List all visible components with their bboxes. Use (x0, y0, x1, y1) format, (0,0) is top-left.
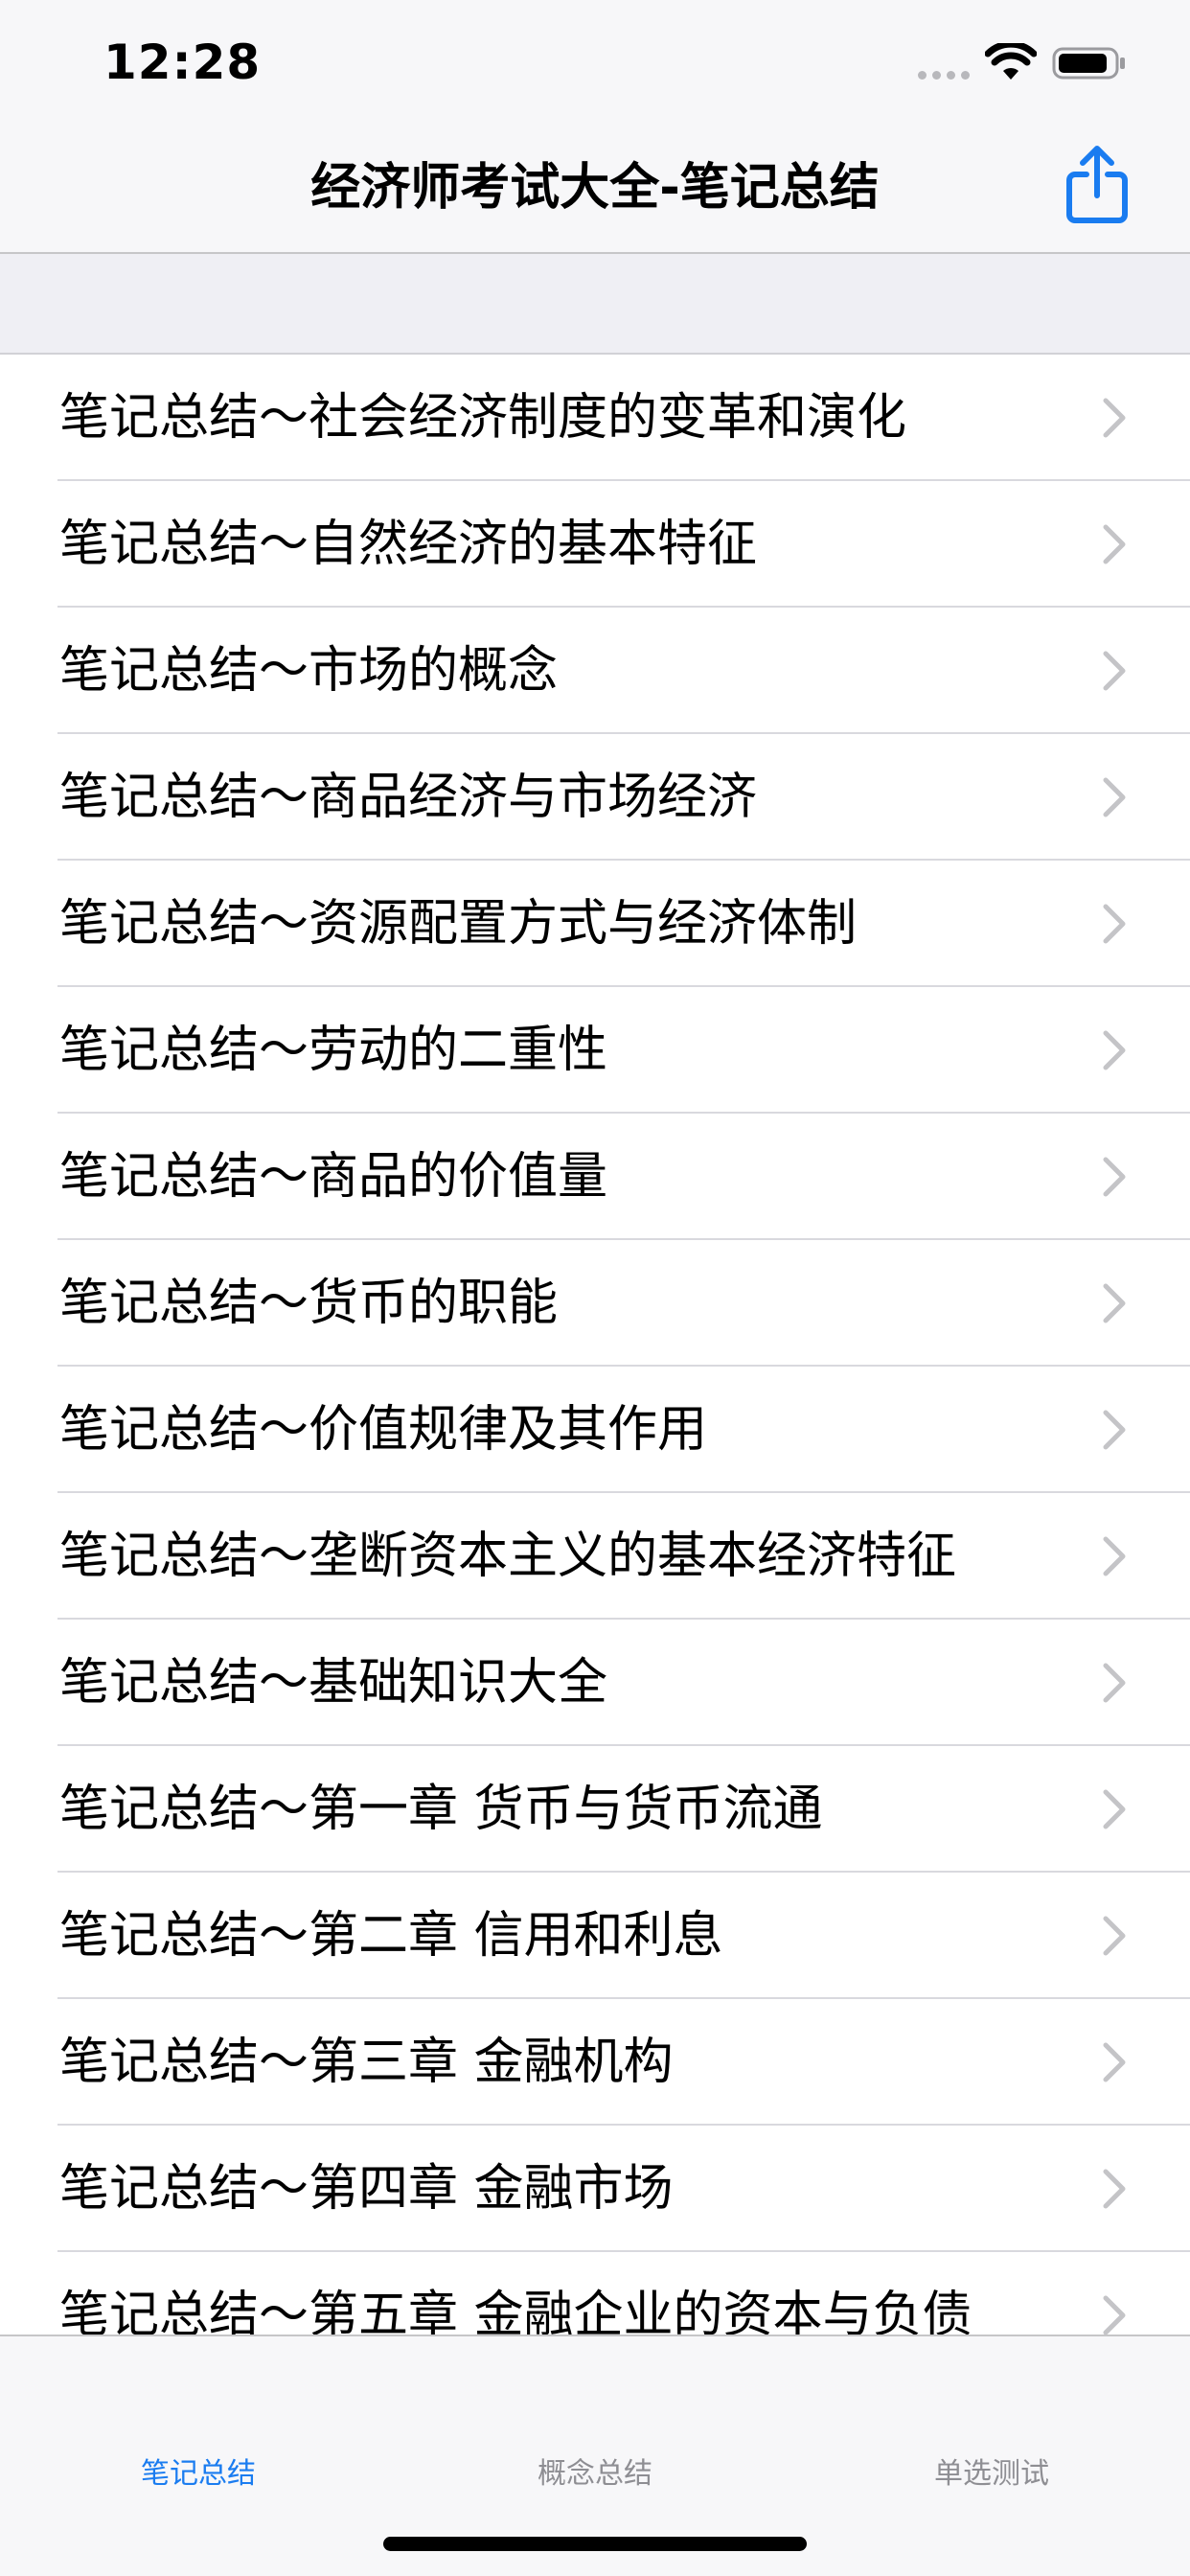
chevron-right-icon (1103, 398, 1126, 438)
chevron-right-icon (1103, 524, 1126, 564)
list-item[interactable]: 笔记总结～第四章 金融市场 (0, 2126, 1190, 2252)
list-item-label: 笔记总结～商品的价值量 (59, 1148, 608, 1206)
tab-notes-summary[interactable]: 笔记总结 (0, 2336, 397, 2496)
list-item[interactable]: 笔记总结～基础知识大全 (0, 1620, 1190, 1746)
section-header-spacer (0, 254, 1190, 355)
chevron-right-icon (1103, 904, 1126, 944)
list-item-label: 笔记总结～垄断资本主义的基本经济特征 (59, 1528, 957, 1585)
list-item-label: 笔记总结～第三章 金融机构 (59, 2034, 674, 2091)
chevron-right-icon (1103, 1410, 1126, 1450)
chevron-right-icon (1103, 1789, 1126, 1829)
list-item[interactable]: 笔记总结～社会经济制度的变革和演化 (0, 355, 1190, 481)
list-item[interactable]: 笔记总结～货币的职能 (0, 1240, 1190, 1367)
list-item[interactable]: 笔记总结～第三章 金融机构 (0, 1999, 1190, 2126)
chevron-right-icon (1103, 1916, 1126, 1956)
page-title: 经济师考试大全-笔记总结 (310, 159, 880, 217)
list-item-label: 笔记总结～价值规律及其作用 (59, 1401, 708, 1459)
chevron-right-icon (1103, 777, 1126, 817)
wifi-icon (985, 43, 1037, 80)
list-item[interactable]: 笔记总结～价值规律及其作用 (0, 1367, 1190, 1493)
list-item[interactable]: 笔记总结～市场的概念 (0, 608, 1190, 734)
list-item[interactable]: 笔记总结～第二章 信用和利息 (0, 1873, 1190, 1999)
chevron-right-icon (1103, 651, 1126, 691)
list-item-label: 笔记总结～市场的概念 (59, 642, 559, 700)
list-item[interactable]: 笔记总结～第一章 货币与货币流通 (0, 1746, 1190, 1873)
list-item-label: 笔记总结～自然经济的基本特征 (59, 516, 758, 573)
chevron-right-icon (1103, 2169, 1126, 2209)
list-item[interactable]: 笔记总结～商品的价值量 (0, 1114, 1190, 1240)
tab-label: 概念总结 (538, 2457, 652, 2491)
navigation-header: 12:28 经济师考试大全-笔记总结 (0, 0, 1190, 254)
list-item-label: 笔记总结～第一章 货币与货币流通 (59, 1781, 823, 1838)
list-item-label: 笔记总结～商品经济与市场经济 (59, 769, 758, 826)
battery-icon (1052, 47, 1125, 80)
list-item[interactable]: 笔记总结～资源配置方式与经济体制 (0, 861, 1190, 987)
list-item-label: 笔记总结～第四章 金融市场 (59, 2160, 674, 2218)
chevron-right-icon (1103, 1030, 1126, 1070)
share-icon[interactable] (1064, 144, 1131, 226)
list-item-label: 笔记总结～资源配置方式与经济体制 (59, 895, 858, 953)
list-item[interactable]: 笔记总结～劳动的二重性 (0, 987, 1190, 1114)
chevron-right-icon (1103, 1536, 1126, 1576)
list-item-label: 笔记总结～基础知识大全 (59, 1654, 608, 1712)
tab-label: 单选测试 (934, 2457, 1049, 2491)
list-item-label: 笔记总结～劳动的二重性 (59, 1022, 608, 1079)
list-item[interactable]: 笔记总结～商品经济与市场经济 (0, 734, 1190, 861)
home-indicator[interactable] (383, 2537, 807, 2551)
notes-list: 笔记总结～社会经济制度的变革和演化 笔记总结～自然经济的基本特征 笔记总结～市场… (0, 355, 1190, 2379)
chevron-right-icon (1103, 1283, 1126, 1323)
list-item-label: 笔记总结～第二章 信用和利息 (59, 1907, 723, 1965)
chevron-right-icon (1103, 1663, 1126, 1703)
cellular-signal-icon (918, 71, 970, 80)
list-item[interactable]: 笔记总结～自然经济的基本特征 (0, 481, 1190, 608)
tab-single-choice-test[interactable]: 单选测试 (793, 2336, 1190, 2496)
list-item[interactable]: 笔记总结～垄断资本主义的基本经济特征 (0, 1493, 1190, 1620)
chevron-right-icon (1103, 1157, 1126, 1197)
tab-label: 笔记总结 (141, 2457, 256, 2491)
list-item-label: 笔记总结～货币的职能 (59, 1275, 559, 1332)
list-item-label: 笔记总结～社会经济制度的变革和演化 (59, 389, 907, 447)
chevron-right-icon (1103, 2295, 1126, 2335)
app-screen: 12:28 经济师考试大全-笔记总结 笔记总结～社会经济制度的变革和演化 笔记总… (0, 0, 1190, 2576)
status-time: 12:28 (103, 34, 262, 90)
chevron-right-icon (1103, 2042, 1126, 2082)
tab-concept-summary[interactable]: 概念总结 (397, 2336, 793, 2496)
